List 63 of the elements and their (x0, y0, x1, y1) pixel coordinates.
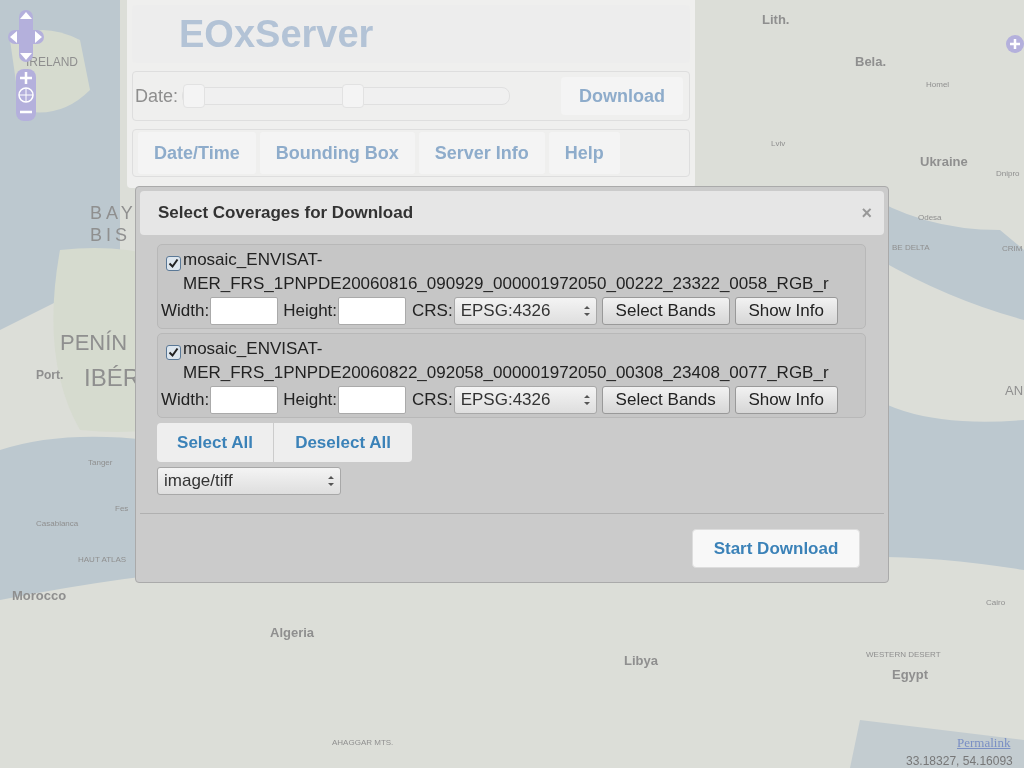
map-label: Algeria (270, 624, 315, 642)
layer-switcher-icon[interactable] (1006, 35, 1024, 53)
deselect-all-button[interactable]: Deselect All (274, 423, 412, 462)
map-label: WESTERN DESERT (866, 649, 941, 661)
width-input[interactable] (210, 297, 279, 325)
select-all-button[interactable]: Select All (157, 423, 274, 462)
width-input[interactable] (210, 386, 279, 414)
show-info-button[interactable]: Show Info (734, 386, 838, 414)
map-label: Lith. (762, 11, 790, 29)
dialog-title: Select Coverages for Download (158, 202, 414, 225)
map-label: Morocco (12, 587, 67, 605)
map-label: BIS (90, 224, 131, 247)
map-label: Libya (624, 652, 658, 670)
updown-arrows-icon (583, 394, 590, 406)
permalink[interactable]: Permalink (957, 733, 1011, 753)
coverage-name: mosaic_ENVISAT-MER_FRS_1PNPDE20060816_090929_000001972050_00222_23322_0058_RGB_r (183, 249, 830, 295)
map-label: AN (1005, 382, 1024, 400)
start-download-button[interactable]: Start Download (692, 529, 860, 568)
map-label: PENÍN (60, 329, 128, 357)
map-label: CRIM (1002, 243, 1023, 255)
map-label: Port. (36, 367, 64, 384)
show-info-button[interactable]: Show Info (734, 297, 838, 325)
width-label: Width: (161, 389, 210, 412)
map-label: BAY (90, 202, 137, 225)
crs-label: CRS: (412, 389, 453, 412)
map-label: Dnipro (996, 168, 1020, 180)
map-label: Odesa (918, 212, 942, 224)
width-label: Width: (161, 300, 210, 323)
map-label: Cairo (986, 597, 1006, 609)
height-label: Height: (283, 389, 338, 412)
height-input[interactable] (338, 386, 407, 414)
map-label: Homel (926, 79, 950, 91)
date-label: Date: (134, 84, 179, 108)
tab[interactable]: Server Info (418, 132, 545, 174)
select-bands-button[interactable]: Select Bands (601, 386, 730, 414)
height-input[interactable] (338, 297, 407, 325)
select-bands-button[interactable]: Select Bands (601, 297, 730, 325)
map-label: Bela. (855, 53, 887, 71)
tab[interactable]: Help (548, 132, 620, 174)
checkbox[interactable] (166, 345, 181, 360)
dropdown[interactable]: EPSG:4326 (453, 386, 597, 414)
checkmark-icon (168, 347, 179, 358)
download-button[interactable]: Download (561, 77, 683, 115)
checkmark-icon (168, 258, 179, 269)
updown-arrows-icon (328, 475, 334, 487)
coordinates-text: 33.18327, 54.16093 (906, 753, 1013, 768)
logo: EOxServer (179, 11, 374, 57)
close-button[interactable]: × (861, 199, 872, 227)
dropdown[interactable]: EPSG:4326 (453, 297, 597, 325)
crs-label: CRS: (412, 300, 453, 323)
height-label: Height: (283, 300, 338, 323)
map-label: Lviv (771, 138, 786, 150)
dropdown[interactable]: image/tiff (157, 467, 341, 495)
checkbox[interactable] (166, 256, 181, 271)
tab[interactable]: Date/Time (138, 132, 256, 174)
updown-arrows-icon (583, 305, 590, 317)
coverage-name: mosaic_ENVISAT-MER_FRS_1PNPDE20060822_092058_000001972050_00308_23408_0077_RGB_r (183, 338, 830, 384)
map-label: AHAGGAR MTS. (332, 737, 394, 749)
map-label: Ukraine (920, 153, 968, 171)
tab[interactable]: Bounding Box (259, 132, 415, 174)
map-label: Tanger (88, 457, 113, 469)
map-label: Egypt (892, 666, 929, 684)
zoom-control-icon (14, 69, 38, 121)
